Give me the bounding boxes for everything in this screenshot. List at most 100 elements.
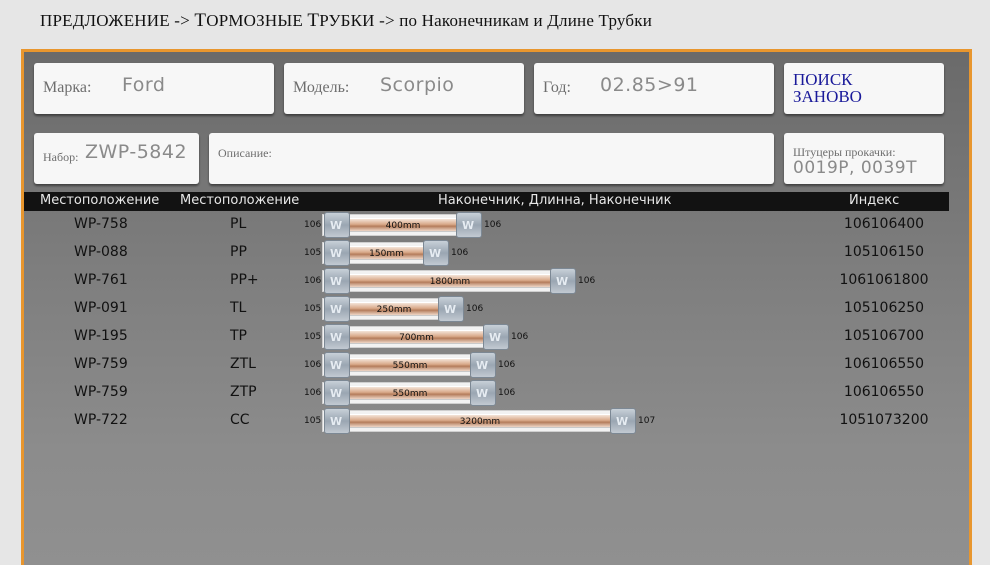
tube-length: 550mm: [392, 389, 428, 399]
model-field[interactable]: Модель: Scorpio: [284, 63, 524, 114]
fitting-icon: [324, 408, 350, 434]
row-location-code: WP-759: [74, 384, 128, 400]
table-row[interactable]: WP-761 PP+ 106 1800mm 106 1061061800: [24, 267, 949, 295]
table-header: Местоположение Местоположение Наконечник…: [24, 192, 949, 211]
row-index: 1061061800: [839, 272, 929, 288]
table-row[interactable]: WP-759 ZTP 106 550mm 106 106106550: [24, 379, 949, 407]
breadcrumb: ПРЕДЛОЖЕНИЕ -> ТОРМОЗНЫЕ ТРУБКИ -> по На…: [40, 10, 652, 34]
row-index: 106106550: [843, 384, 925, 400]
description-label: Описание:: [218, 146, 272, 160]
row-index: 105106250: [843, 300, 925, 316]
row-index: 105106150: [843, 244, 925, 260]
kit-value: ZWP-5842: [85, 141, 188, 163]
row-location: PP: [230, 244, 247, 260]
row-index: 105106700: [843, 328, 925, 344]
year-field[interactable]: Год: 02.85>91: [534, 63, 774, 114]
tube-length: 700mm: [399, 333, 434, 343]
left-fitting-code: 105: [304, 248, 322, 258]
description-field[interactable]: Описание:: [209, 133, 774, 184]
tube-pipe: 550mm: [350, 358, 470, 372]
row-location-code: WP-759: [74, 356, 128, 372]
reset-line-2: ЗАНОВО: [793, 87, 862, 106]
row-index: 1051073200: [839, 412, 929, 428]
row-location: PP+: [230, 272, 259, 288]
header-index: Индекс: [849, 193, 900, 208]
left-fitting-code: 106: [304, 360, 322, 370]
table-row[interactable]: WP-195 TP 105 700mm 106 105106700: [24, 323, 949, 351]
row-location-code: WP-722: [74, 412, 128, 428]
row-location: ZTL: [230, 356, 256, 372]
fitting-icon: [324, 352, 350, 378]
fitting-icon: [438, 296, 464, 322]
tube-length: 150mm: [369, 249, 404, 259]
row-location-code: WP-088: [74, 244, 128, 260]
header-location: Местоположение: [180, 193, 300, 208]
left-fitting-code: 105: [304, 332, 322, 342]
reset-search-label: ПОИСК ЗАНОВО: [793, 71, 862, 105]
results-panel: Марка: Ford Модель: Scorpio Год: 02.85>9…: [21, 49, 972, 565]
tube-pipe: 1800mm: [350, 274, 550, 288]
fitting-icon: [324, 380, 350, 406]
make-value: Ford: [122, 74, 166, 96]
left-fitting-code: 106: [304, 220, 322, 230]
fitting-icon: [456, 212, 482, 238]
right-fitting-code: 106: [484, 220, 502, 230]
fitting-icon: [610, 408, 636, 434]
tube-length: 550mm: [392, 361, 428, 371]
right-fitting-code: 106: [466, 304, 484, 314]
row-location: ZTP: [230, 384, 257, 400]
reset-search-button[interactable]: ПОИСК ЗАНОВО: [784, 63, 944, 114]
table-row[interactable]: WP-091 TL 105 250mm 106 105106250: [24, 295, 949, 323]
breadcrumb-part: Т: [307, 10, 320, 31]
bleed-nipples-field[interactable]: Штуцеры прокачки: 0019P, 0039T: [784, 133, 944, 184]
right-fitting-code: 106: [511, 332, 529, 342]
year-label: Год:: [543, 79, 571, 96]
fitting-icon: [470, 352, 496, 378]
tube-length: 250mm: [376, 305, 412, 315]
row-location: TL: [230, 300, 247, 316]
model-label: Модель:: [293, 79, 350, 96]
right-fitting-code: 107: [638, 416, 656, 426]
tube-pipe: 400mm: [350, 218, 456, 232]
bleed-nipples-value: 0019P, 0039T: [793, 158, 917, 178]
tube-pipe: 250mm: [350, 302, 438, 316]
make-label: Марка:: [43, 79, 92, 96]
model-value: Scorpio: [380, 74, 455, 96]
row-location: PL: [230, 216, 247, 232]
tube-length: 3200mm: [459, 417, 501, 427]
tube-pipe: 700mm: [350, 330, 483, 344]
left-fitting-code: 106: [304, 276, 322, 286]
breadcrumb-part: РУБКИ -> по Наконечникам и Длине Трубки: [319, 11, 653, 30]
left-fitting-code: 105: [304, 416, 322, 426]
kit-field[interactable]: Набор: ZWP-5842: [34, 133, 199, 184]
table-row[interactable]: WP-722 CC 105 3200mm 107 1051073200: [24, 407, 949, 435]
right-fitting-code: 106: [498, 388, 516, 398]
breadcrumb-part: ОРМОЗНЫЕ: [206, 11, 308, 30]
row-location: CC: [230, 412, 250, 428]
tube-pipe: 150mm: [350, 246, 423, 260]
fitting-icon: [324, 296, 350, 322]
header-fittings-length: Наконечник, Длинна, Наконечник: [438, 193, 672, 208]
right-fitting-code: 106: [451, 248, 469, 258]
year-value: 02.85>91: [600, 74, 699, 96]
row-location: TP: [230, 328, 247, 344]
fitting-icon: [324, 268, 350, 294]
tube-pipe: 550mm: [350, 386, 470, 400]
right-fitting-code: 106: [498, 360, 516, 370]
fitting-icon: [423, 240, 449, 266]
breadcrumb-part: ПРЕДЛОЖЕНИЕ ->: [40, 11, 195, 30]
breadcrumb-part: Т: [194, 10, 207, 31]
row-index: 106106550: [843, 356, 925, 372]
header-location-code: Местоположение: [40, 193, 160, 208]
make-field[interactable]: Марка: Ford: [34, 63, 274, 114]
row-index: 106106400: [843, 216, 925, 232]
table-row[interactable]: WP-758 PL 106 400mm 106 106106400: [24, 211, 949, 239]
tube-length: 1800mm: [429, 277, 471, 287]
row-location-code: WP-761: [74, 272, 128, 288]
table-row[interactable]: WP-088 PP 105 150mm 106 105106150: [24, 239, 949, 267]
right-fitting-code: 106: [578, 276, 596, 286]
fitting-icon: [483, 324, 509, 350]
left-fitting-code: 105: [304, 304, 322, 314]
row-location-code: WP-091: [74, 300, 128, 316]
table-row[interactable]: WP-759 ZTL 106 550mm 106 106106550: [24, 351, 949, 379]
